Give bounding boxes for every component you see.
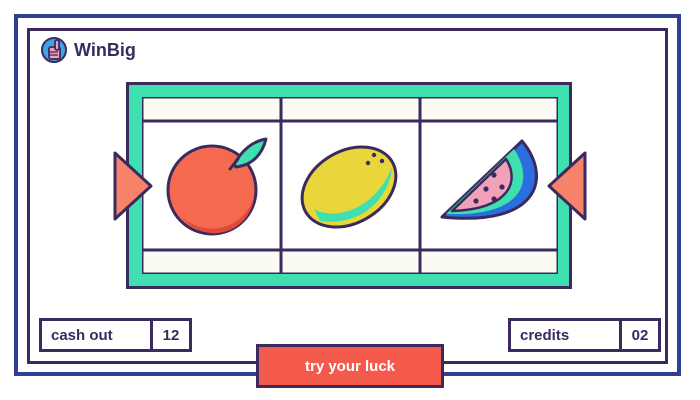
- reels: [142, 97, 558, 274]
- spin-button[interactable]: try your luck: [256, 344, 444, 388]
- credits-label: credits: [511, 321, 622, 349]
- hand-icon: [41, 37, 67, 63]
- credits-display: credits 02: [508, 318, 661, 352]
- right-arrow-icon: [547, 151, 587, 221]
- cash-out-display[interactable]: cash out 12: [39, 318, 192, 352]
- brand-name: WinBig: [74, 39, 136, 60]
- credits-value: 02: [631, 326, 649, 344]
- left-arrow-icon: [113, 151, 153, 221]
- brand-logo: WinBig: [40, 36, 136, 64]
- cash-out-value: 12: [162, 326, 180, 344]
- cash-out-label: cash out: [42, 321, 153, 349]
